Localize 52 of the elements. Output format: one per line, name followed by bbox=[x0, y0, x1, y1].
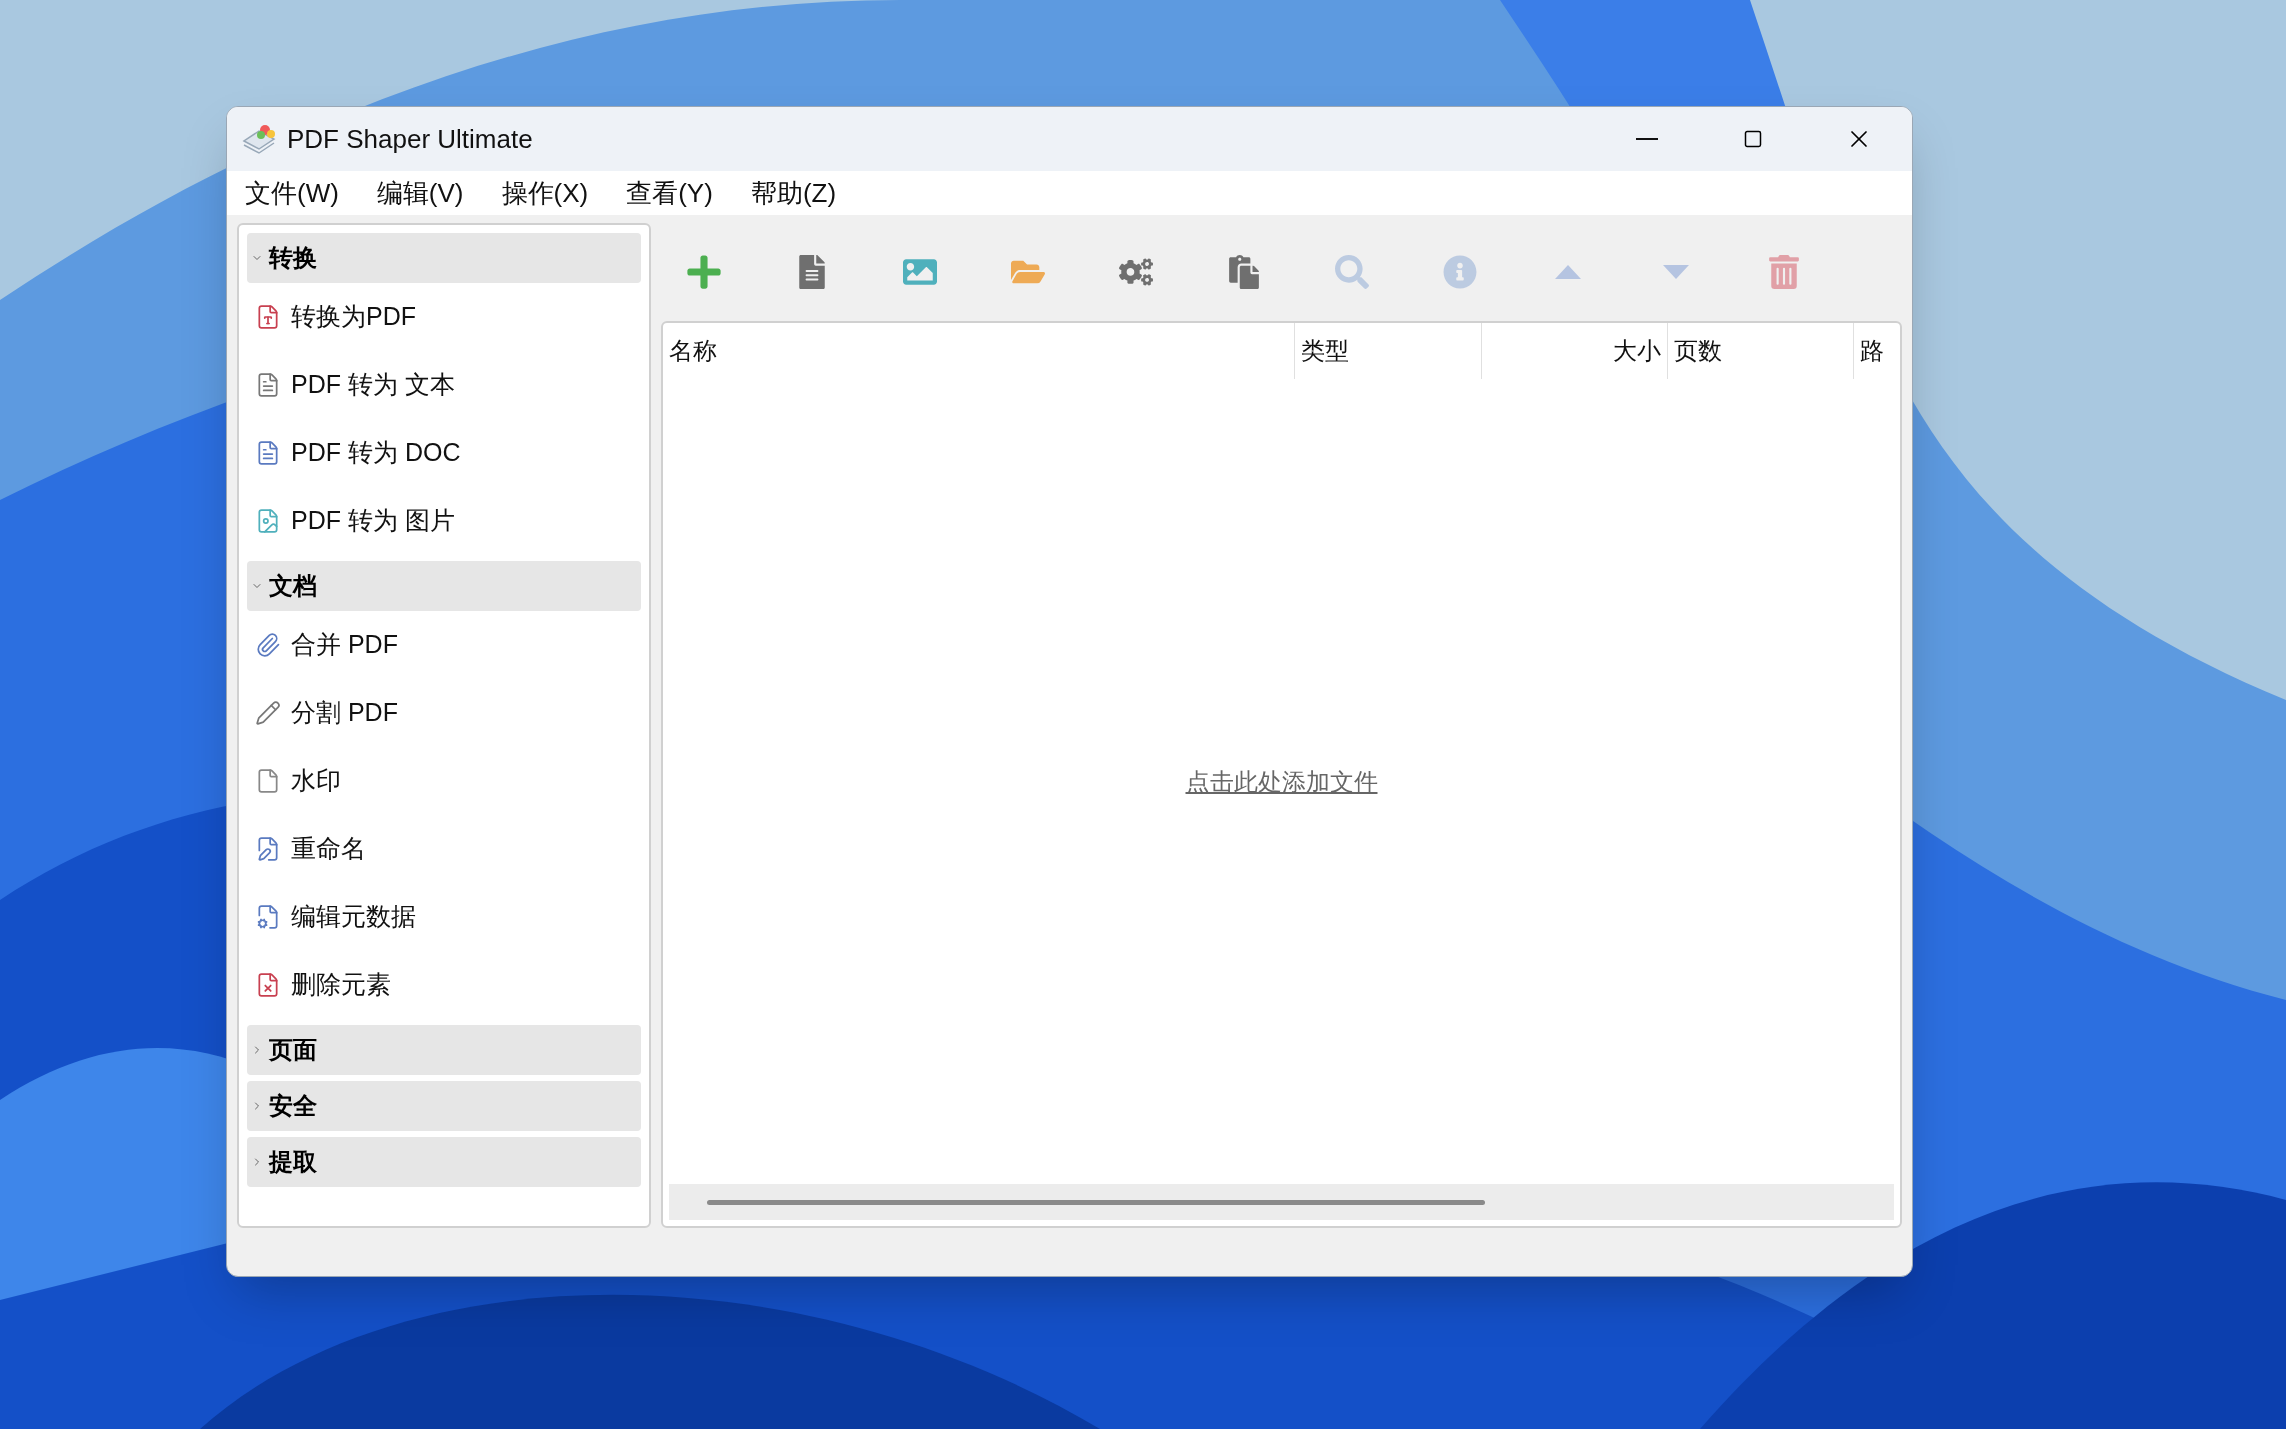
rename-file-icon bbox=[255, 836, 281, 862]
search-icon bbox=[1335, 255, 1369, 289]
column-header[interactable]: 名称 bbox=[663, 323, 1294, 379]
category-header[interactable]: 页面 bbox=[247, 1025, 641, 1075]
sidebar-item[interactable]: 水印 bbox=[247, 747, 641, 815]
paperclip-icon bbox=[255, 632, 281, 658]
sidebar-item[interactable]: 编辑元数据 bbox=[247, 883, 641, 951]
category-header[interactable]: 转换 bbox=[247, 233, 641, 283]
up-triangle-icon bbox=[1554, 264, 1582, 280]
sidebar-item[interactable]: 重命名 bbox=[247, 815, 641, 883]
category-label: 文档 bbox=[269, 571, 317, 601]
sidebar-item[interactable]: 分割 PDF bbox=[247, 679, 641, 747]
category-label: 提取 bbox=[269, 1147, 317, 1177]
category-label: 转换 bbox=[269, 243, 317, 273]
sidebar-item[interactable]: 合并 PDF bbox=[247, 611, 641, 679]
sidebar-item[interactable]: 转换为PDF bbox=[247, 283, 641, 351]
menu-item[interactable]: 编辑(V) bbox=[372, 173, 468, 213]
column-header[interactable]: 大小 bbox=[1481, 323, 1667, 379]
down-triangle-icon bbox=[1662, 264, 1690, 280]
image-file-icon bbox=[255, 508, 281, 534]
trash-icon bbox=[1767, 255, 1801, 289]
menu-item[interactable]: 查看(Y) bbox=[622, 173, 717, 213]
pencil-icon bbox=[255, 700, 281, 726]
category-header[interactable]: 文档 bbox=[247, 561, 641, 611]
text-file-icon bbox=[255, 372, 281, 398]
category-header[interactable]: 提取 bbox=[247, 1137, 641, 1187]
add-files-link[interactable]: 点击此处添加文件 bbox=[1185, 763, 1378, 800]
sidebar-item[interactable]: PDF 转为 DOC bbox=[247, 419, 641, 487]
sidebar-item[interactable]: 删除元素 bbox=[247, 951, 641, 1019]
menu-item[interactable]: 帮助(Z) bbox=[746, 173, 841, 213]
plus-icon bbox=[685, 253, 723, 291]
horizontal-scrollbar[interactable] bbox=[669, 1184, 1894, 1220]
category-header[interactable]: 安全 bbox=[247, 1081, 641, 1131]
clipboard-icon bbox=[1227, 255, 1261, 289]
maximize-icon bbox=[1743, 129, 1763, 149]
sidebar-item[interactable]: PDF 转为 图片 bbox=[247, 487, 641, 555]
delete-file-icon bbox=[255, 972, 281, 998]
file-icon bbox=[255, 768, 281, 794]
menu-item[interactable]: 文件(W) bbox=[241, 173, 343, 213]
category-label: 页面 bbox=[269, 1035, 317, 1065]
minimize-icon bbox=[1636, 138, 1658, 140]
document-icon bbox=[255, 440, 281, 466]
info-icon bbox=[1443, 255, 1477, 289]
scrollbar-thumb[interactable] bbox=[707, 1199, 1485, 1205]
column-header[interactable]: 页数 bbox=[1667, 323, 1853, 379]
gear-file-icon bbox=[255, 904, 281, 930]
menu-item[interactable]: 操作(X) bbox=[497, 173, 593, 213]
sidebar-item[interactable]: PDF 转为 文本 bbox=[247, 351, 641, 419]
column-header[interactable]: 路 bbox=[1853, 323, 1900, 379]
category-label: 安全 bbox=[269, 1091, 317, 1121]
window-title: PDF Shaper Ultimate bbox=[287, 122, 533, 156]
column-header[interactable]: 类型 bbox=[1294, 323, 1481, 379]
